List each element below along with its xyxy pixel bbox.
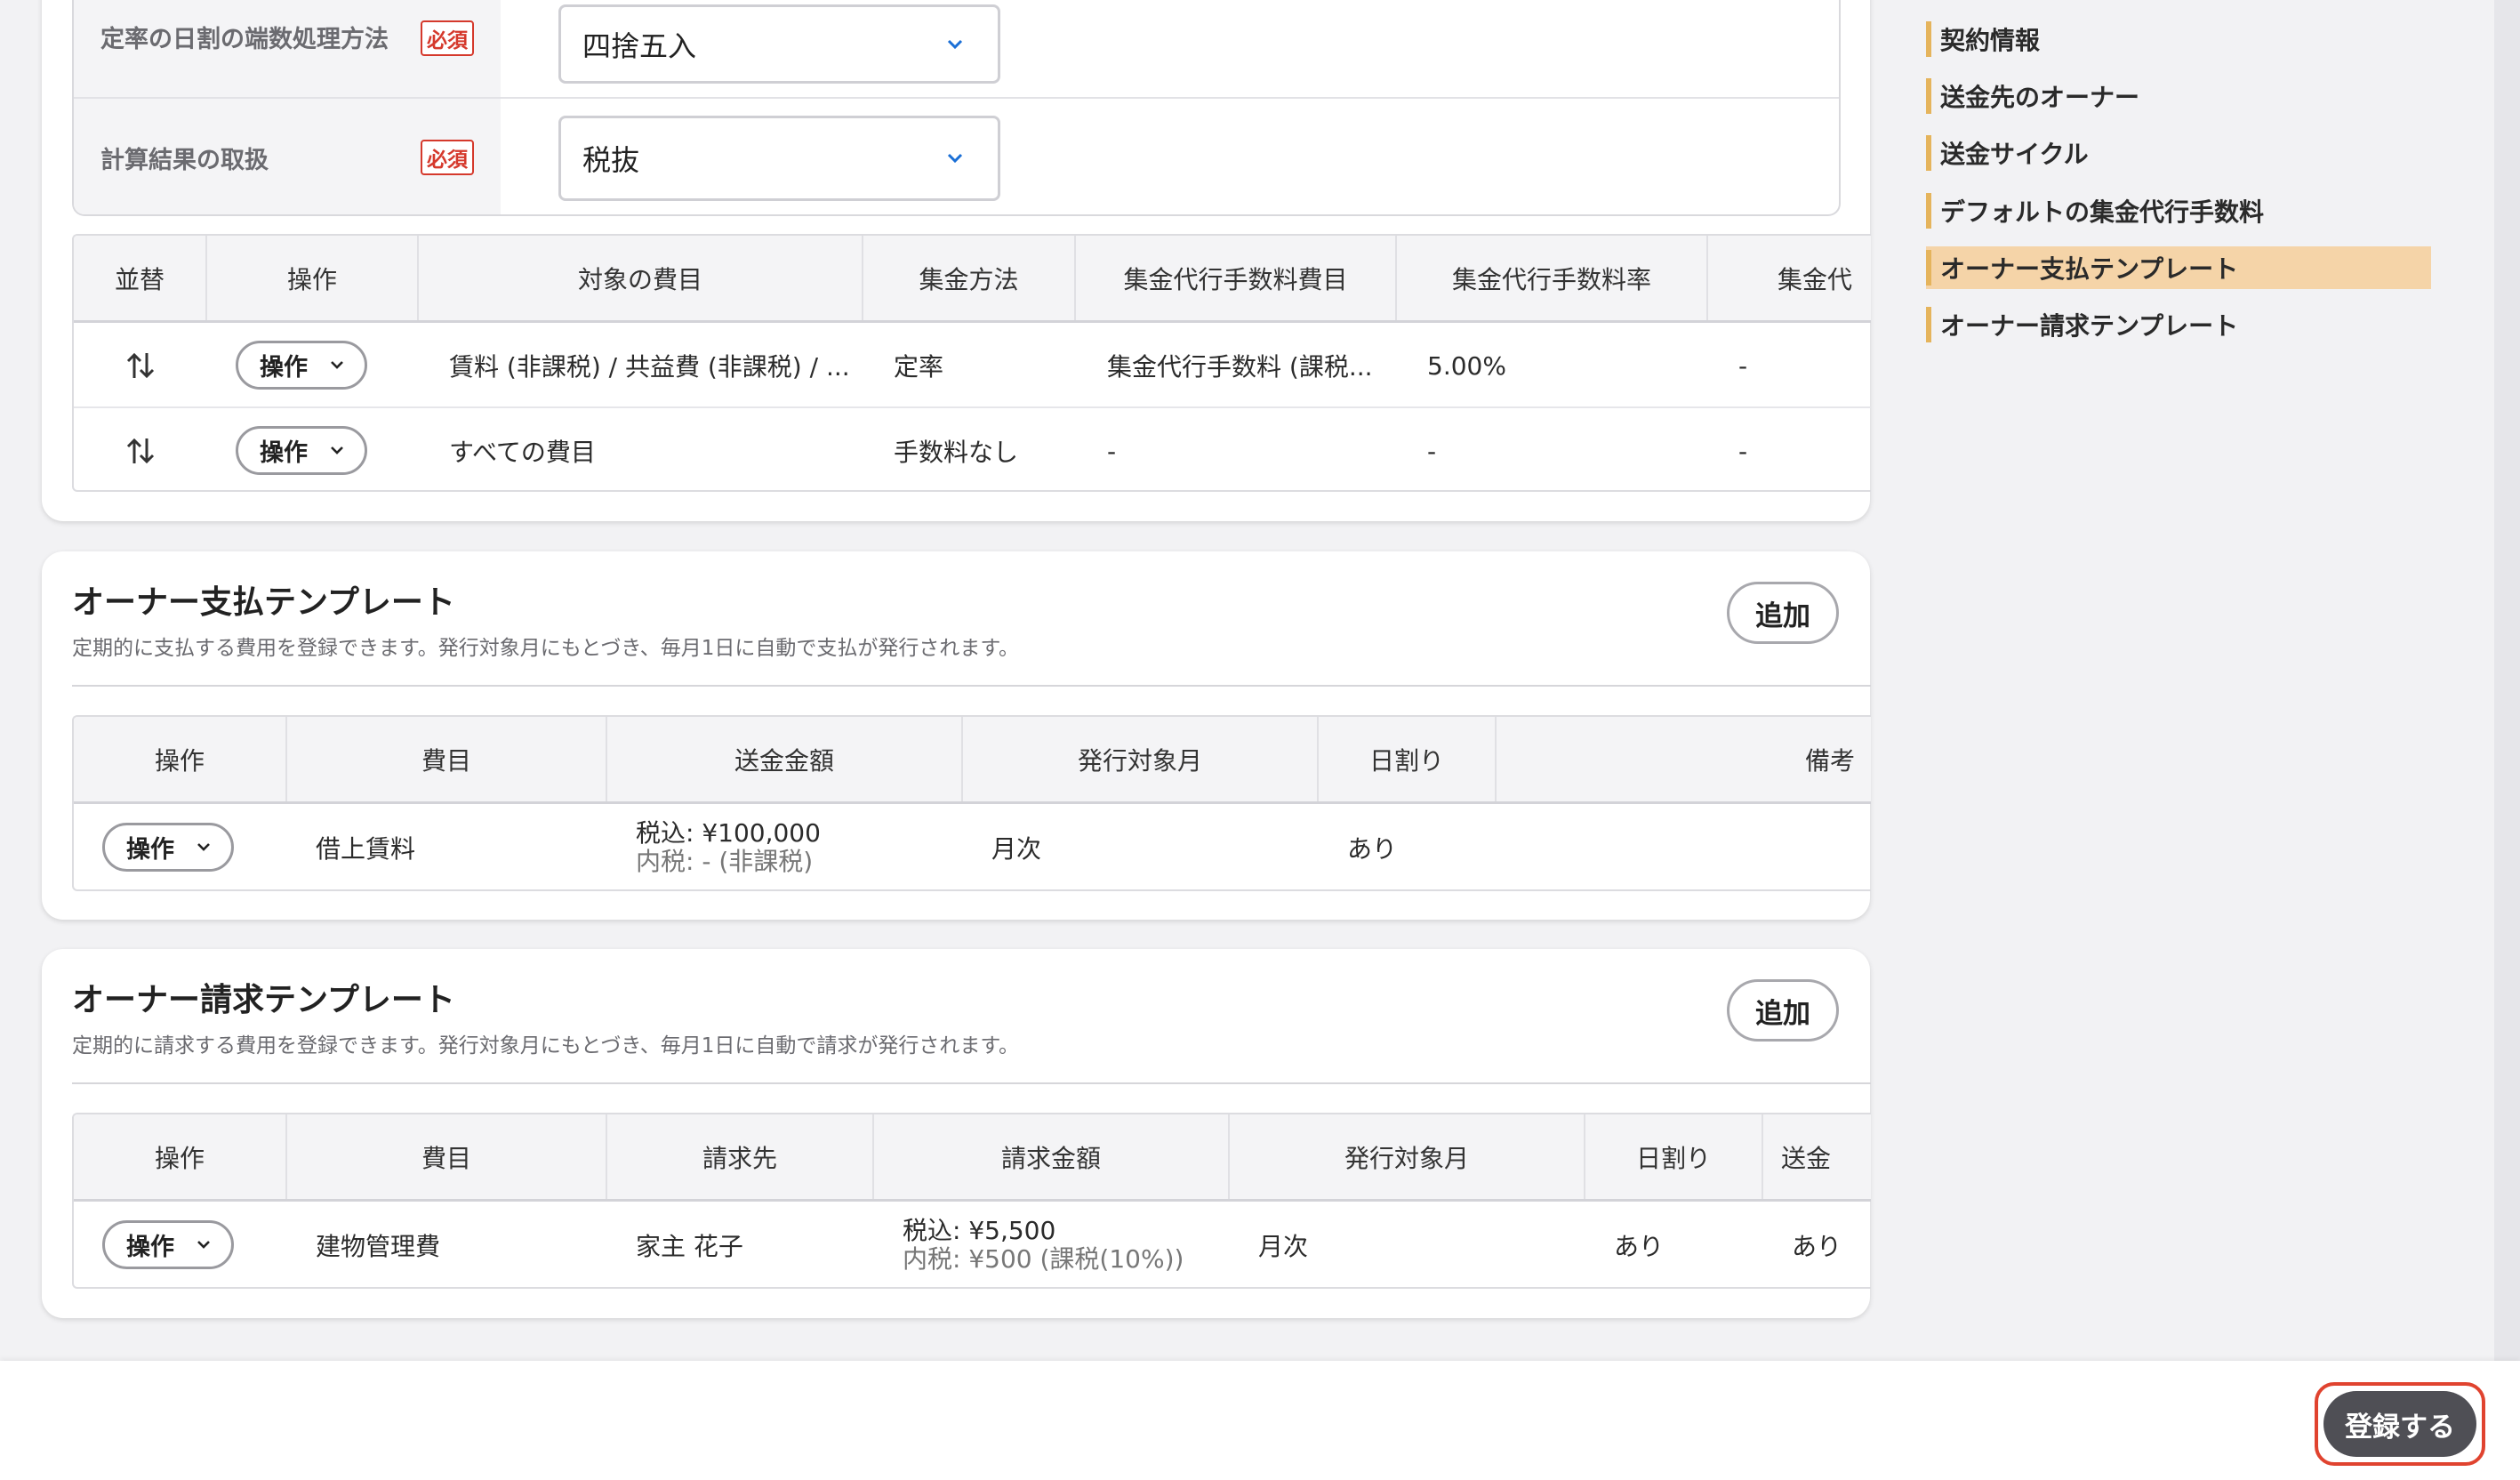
col-payee: 請求先 [607, 1114, 874, 1199]
payment-template-card: オーナー支払テンプレート 定期的に支払する費用を登録できます。発行対象月にもとづ… [42, 551, 1871, 920]
nav-item-default-fee[interactable]: デフォルトの集金代行手数料 [1926, 189, 2431, 232]
chevron-down-icon [947, 39, 963, 49]
collection-method: 定率 [894, 352, 944, 382]
col-extra: 集金代 [1778, 264, 1853, 294]
submit-focus-ring: 登録する [2315, 1382, 2485, 1466]
section-title: オーナー請求テンプレート [72, 982, 455, 1018]
fee-item: 集金代行手数料 (課税... [1107, 352, 1373, 382]
rounding-row: 定率の日割の端数処理方法 必須 四捨五入 [74, 0, 1839, 97]
fee-rate: - [1427, 436, 1437, 466]
rounding-select[interactable]: 四捨五入 [558, 4, 1000, 84]
section-title: オーナー支払テンプレート [72, 584, 455, 621]
col-item: 費目 [287, 717, 607, 801]
divider [72, 1082, 1871, 1084]
calc-row: 計算結果の取扱 必須 税抜 [74, 97, 1839, 214]
target-item: すべての費目 [449, 438, 596, 467]
scrollbar-track[interactable] [2494, 0, 2520, 1361]
fee-settings-form: 定率の日割の端数処理方法 必須 四捨五入 計算結果の取扱 必須 税抜 [72, 0, 1841, 216]
payment-amount: 税込: ¥100,000 内税: - (非課税) [636, 818, 821, 876]
add-payment-template-button[interactable]: 追加 [1727, 582, 1839, 644]
chevron-down-icon [947, 153, 963, 164]
collection-fee-card: 定率の日割の端数処理方法 必須 四捨五入 計算結果の取扱 必須 税抜 並替 操作… [42, 0, 1871, 521]
col-month: 発行対象月 [1230, 1114, 1585, 1199]
prorate-value: あり [1347, 834, 1398, 864]
operation-button[interactable]: 操作 [102, 823, 234, 872]
table-row: 操作 借上賃料 税込: ¥100,000 内税: - (非課税) 月次 あり [74, 804, 1871, 889]
billing-payee: 家主 花子 [636, 1232, 743, 1261]
nav-item-contract[interactable]: 契約情報 [1926, 18, 2431, 60]
nav-item-remit-owner[interactable]: 送金先のオーナー [1926, 75, 2431, 117]
billing-amount: 税込: ¥5,500 内税: ¥500 (課税(10%)) [903, 1216, 1184, 1274]
col-operation: 操作 [207, 236, 419, 320]
payment-item: 借上賃料 [316, 834, 416, 864]
required-badge: 必須 [421, 140, 474, 175]
table-row: 操作 賃料 (非課税) / 共益費 (非課税) / ... 定率 集金代行手数料… [74, 323, 1871, 408]
extra-value: - [1738, 350, 1748, 381]
fee-table: 並替 操作 対象の費目 集金方法 集金代行手数料費目 集金代行手数料率 集金代 … [72, 234, 1871, 492]
target-item: 賃料 (非課税) / 共益費 (非課税) / ... [449, 352, 850, 382]
extra-value: - [1738, 436, 1748, 466]
issue-month: 月次 [1258, 1232, 1309, 1261]
fee-item: - [1107, 436, 1117, 466]
submit-button[interactable]: 登録する [2323, 1391, 2476, 1457]
remit-value: あり [1792, 1232, 1842, 1261]
col-item: 費目 [287, 1114, 607, 1199]
col-prorate: 日割り [1585, 1114, 1763, 1199]
billing-table-header: 操作 費目 請求先 請求金額 発行対象月 日割り 送金 [74, 1114, 1871, 1202]
fee-rate: 5.00% [1427, 350, 1506, 381]
collection-method: 手数料なし [894, 438, 1019, 467]
col-method: 集金方法 [863, 236, 1076, 320]
section-description: 定期的に請求する費用を登録できます。発行対象月にもとづき、毎月1日に自動で請求が… [72, 1034, 1020, 1058]
chevron-down-icon [331, 446, 343, 454]
chevron-down-icon [197, 1240, 210, 1249]
payment-table-header: 操作 費目 送金金額 発行対象月 日割り 備考 [74, 717, 1871, 804]
chevron-down-icon [197, 842, 210, 851]
rounding-label: 定率の日割の端数処理方法 必須 [74, 0, 501, 97]
col-prorate: 日割り [1319, 717, 1497, 801]
calc-select[interactable]: 税抜 [558, 116, 1000, 201]
nav-item-remit-cycle[interactable]: 送金サイクル [1926, 132, 2431, 174]
billing-template-table: 操作 費目 請求先 請求金額 発行対象月 日割り 送金 操作 建物管理費 家主 … [72, 1113, 1871, 1289]
col-operation: 操作 [74, 1114, 287, 1199]
add-billing-template-button[interactable]: 追加 [1727, 979, 1839, 1042]
issue-month: 月次 [991, 834, 1042, 864]
col-operation: 操作 [74, 717, 287, 801]
billing-template-card: オーナー請求テンプレート 定期的に請求する費用を登録できます。発行対象月にもとづ… [42, 949, 1871, 1318]
col-amount: 送金金額 [607, 717, 963, 801]
footer-bar: 登録する [0, 1361, 2520, 1480]
col-sort: 並替 [74, 236, 207, 320]
col-month: 発行対象月 [963, 717, 1319, 801]
divider [72, 685, 1871, 687]
col-remit: 送金 [1781, 1143, 1832, 1173]
col-target-item: 対象の費目 [419, 236, 863, 320]
operation-button[interactable]: 操作 [236, 426, 367, 475]
sort-handle-icon[interactable] [124, 435, 156, 467]
col-amount: 請求金額 [874, 1114, 1230, 1199]
col-note: 備考 [1804, 745, 1855, 776]
operation-button[interactable]: 操作 [236, 341, 367, 390]
fee-table-header: 並替 操作 対象の費目 集金方法 集金代行手数料費目 集金代行手数料率 集金代 [74, 236, 1871, 323]
col-fee-rate: 集金代行手数料率 [1397, 236, 1708, 320]
nav-item-billing-template[interactable]: オーナー請求テンプレート [1926, 303, 2431, 346]
table-row: 操作 すべての費目 手数料なし - - - [74, 408, 1871, 490]
sort-handle-icon[interactable] [124, 350, 156, 382]
col-fee-item: 集金代行手数料費目 [1076, 236, 1397, 320]
prorate-value: あり [1614, 1232, 1665, 1261]
calc-label: 計算結果の取扱 必須 [74, 99, 501, 214]
payment-template-table: 操作 費目 送金金額 発行対象月 日割り 備考 操作 借上賃料 税込: ¥100… [72, 715, 1871, 891]
table-row: 操作 建物管理費 家主 花子 税込: ¥5,500 内税: ¥500 (課税(1… [74, 1202, 1871, 1287]
nav-item-payment-template[interactable]: オーナー支払テンプレート [1926, 246, 2431, 289]
billing-item: 建物管理費 [316, 1232, 441, 1261]
section-description: 定期的に支払する費用を登録できます。発行対象月にもとづき、毎月1日に自動で支払が… [72, 637, 1020, 660]
required-badge: 必須 [421, 20, 474, 56]
operation-button[interactable]: 操作 [102, 1220, 234, 1269]
chevron-down-icon [331, 360, 343, 369]
